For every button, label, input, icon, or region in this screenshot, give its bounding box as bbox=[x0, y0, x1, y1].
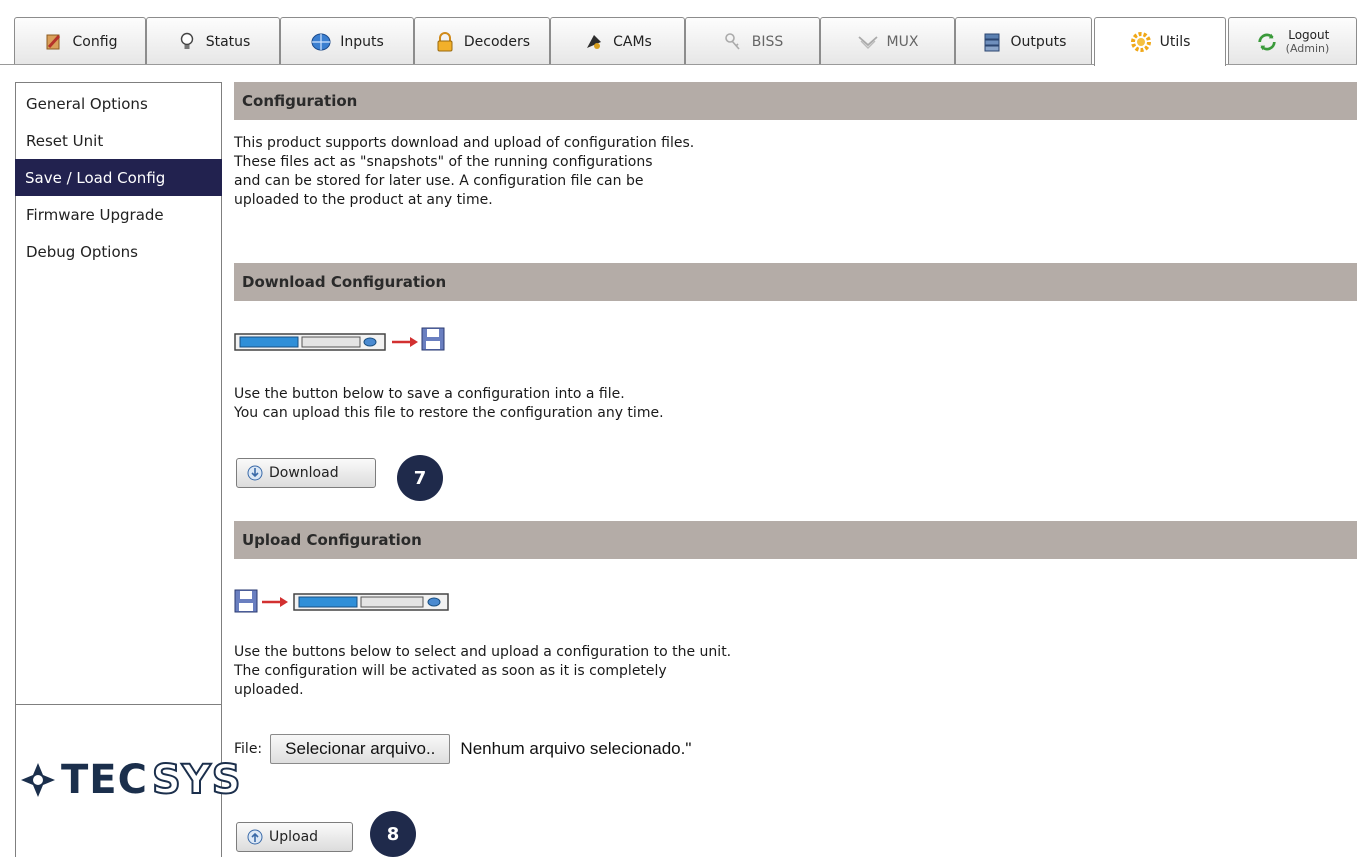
globe-icon bbox=[310, 31, 332, 53]
top-tab-bar: Config Status Inputs Decoders CAMs BISS bbox=[0, 0, 1357, 72]
download-diagram bbox=[234, 326, 454, 352]
floppy-disk-icon bbox=[421, 327, 445, 351]
server-icon bbox=[981, 31, 1003, 53]
tab-label: Config bbox=[72, 33, 118, 50]
tab-label: Decoders bbox=[463, 33, 531, 50]
section-title-configuration: Configuration bbox=[234, 82, 1357, 120]
logout-label: Logout bbox=[1288, 27, 1330, 42]
tab-label: Status bbox=[205, 33, 251, 50]
config-icon bbox=[43, 31, 65, 53]
file-label: File: bbox=[234, 741, 263, 757]
section-title-upload: Upload Configuration bbox=[234, 521, 1357, 559]
logo-area: TEC SYS bbox=[15, 705, 242, 857]
sidebar-item-save-load-config[interactable]: Save / Load Config bbox=[15, 159, 222, 196]
choose-file-button[interactable]: Selecionar arquivo.. bbox=[270, 734, 451, 764]
tab-decoders[interactable]: Decoders bbox=[414, 17, 550, 65]
tecsys-logo: TEC SYS bbox=[19, 756, 242, 804]
floppy-disk-icon bbox=[234, 589, 258, 613]
tab-label: Outputs bbox=[1010, 33, 1067, 50]
tab-outputs[interactable]: Outputs bbox=[955, 17, 1092, 65]
sidebar-item-general-options[interactable]: General Options bbox=[16, 85, 221, 122]
configuration-description: This product supports download and uploa… bbox=[234, 135, 695, 208]
tab-status[interactable]: Status bbox=[146, 17, 280, 65]
key-icon bbox=[722, 31, 744, 53]
sidebar-item-debug-options[interactable]: Debug Options bbox=[16, 233, 221, 270]
tab-label: Utils bbox=[1159, 34, 1191, 50]
lock-icon bbox=[434, 31, 456, 53]
tab-label: Inputs bbox=[340, 33, 384, 50]
file-row: File: Selecionar arquivo.. Nenhum arquiv… bbox=[234, 732, 691, 766]
sidebar-item-firmware-upgrade[interactable]: Firmware Upgrade bbox=[16, 196, 221, 233]
tab-label: MUX bbox=[886, 33, 919, 50]
tab-biss[interactable]: BISS bbox=[685, 17, 820, 65]
tab-config[interactable]: Config bbox=[14, 17, 146, 65]
section-title-download: Download Configuration bbox=[234, 263, 1357, 301]
upload-button-label: Upload bbox=[269, 829, 319, 845]
tab-mux[interactable]: MUX bbox=[820, 17, 955, 65]
upload-button[interactable]: Upload bbox=[236, 822, 353, 852]
sidebar-item-reset-unit[interactable]: Reset Unit bbox=[16, 122, 221, 159]
device-icon bbox=[293, 593, 449, 611]
download-button-label: Download bbox=[269, 465, 339, 481]
tab-label: BISS bbox=[751, 33, 784, 50]
file-status-text: Nenhum arquivo selecionado." bbox=[460, 739, 692, 758]
arrow-right-icon bbox=[392, 337, 418, 347]
bulb-icon bbox=[176, 31, 198, 53]
tab-utils[interactable]: Utils bbox=[1094, 17, 1226, 66]
logout-user: (Admin) bbox=[1285, 41, 1330, 55]
cam-icon bbox=[583, 31, 605, 53]
tab-cams[interactable]: CAMs bbox=[550, 17, 685, 65]
refresh-icon bbox=[1256, 31, 1278, 53]
download-description: Use the button below to save a configura… bbox=[234, 386, 664, 421]
tab-inputs[interactable]: Inputs bbox=[280, 17, 414, 65]
logo-text-sys: SYS bbox=[151, 756, 242, 804]
step-badge-8: 8 bbox=[370, 811, 416, 857]
logout-button[interactable]: Logout (Admin) bbox=[1228, 17, 1357, 65]
sidebar: General Options Reset Unit Save / Load C… bbox=[15, 82, 222, 705]
upload-icon bbox=[247, 829, 263, 845]
mux-icon bbox=[857, 31, 879, 53]
download-button[interactable]: Download bbox=[236, 458, 376, 488]
upload-description: Use the buttons below to select and uplo… bbox=[234, 644, 732, 698]
download-icon bbox=[247, 465, 263, 481]
arrow-right-icon bbox=[262, 597, 288, 607]
main-content: Configuration This product supports down… bbox=[234, 82, 1357, 857]
step-badge-7: 7 bbox=[397, 455, 443, 501]
upload-diagram bbox=[234, 588, 454, 614]
logo-emblem-icon bbox=[21, 763, 55, 797]
gear-icon bbox=[1130, 31, 1152, 53]
logo-text-tec: TEC bbox=[61, 757, 148, 803]
tab-label: CAMs bbox=[613, 33, 652, 50]
device-icon bbox=[234, 333, 386, 351]
